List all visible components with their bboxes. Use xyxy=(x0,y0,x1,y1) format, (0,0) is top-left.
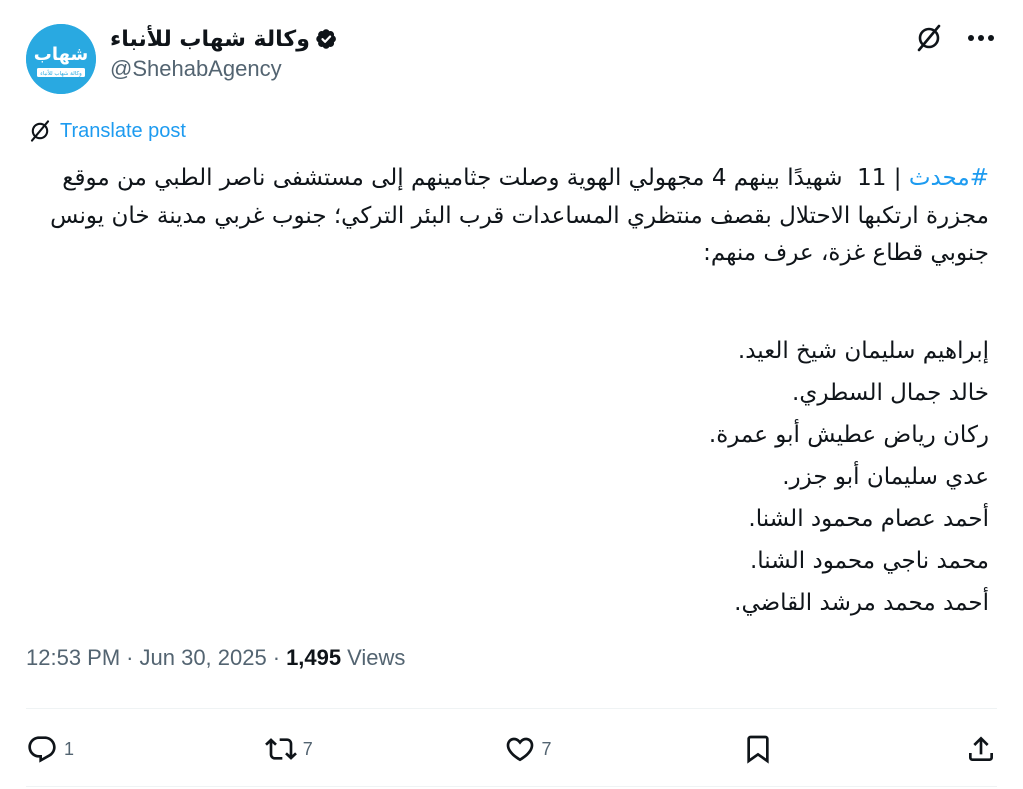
shehab-logo: شهاب وكالة شهاب للأنباء xyxy=(26,24,96,94)
divider xyxy=(26,708,997,709)
repost-button[interactable]: 7 xyxy=(264,733,313,765)
verified-badge-icon xyxy=(316,29,336,49)
post-date[interactable]: Jun 30, 2025 xyxy=(140,645,267,671)
reply-icon xyxy=(28,736,56,763)
translate-post-link[interactable]: Translate post xyxy=(28,119,186,143)
views-count[interactable]: 1,495 xyxy=(286,645,341,671)
avatar-logo-text: شهاب xyxy=(34,44,88,65)
divider xyxy=(26,786,997,787)
translate-icon xyxy=(30,120,50,142)
translate-post-label[interactable]: Translate post xyxy=(60,120,186,143)
meta-separator: · xyxy=(126,645,134,670)
name-line: .خالد جمال السطري xyxy=(792,380,989,406)
bookmark-button[interactable] xyxy=(742,733,774,765)
avatar[interactable]: شهاب وكالة شهاب للأنباء xyxy=(26,24,96,94)
post-meta: 12:53 PM · Jun 30, 2025 · 1,495 Views xyxy=(26,645,405,671)
names-list: .إبراهيم سليمان شيخ العيد .خالد جمال الس… xyxy=(709,330,989,624)
account-name-row[interactable]: وكالة شهاب للأنباء xyxy=(110,22,338,56)
share-icon xyxy=(968,736,993,761)
top-actions xyxy=(911,20,999,56)
name-line: .محمد ناجي محمود الشنا xyxy=(749,548,989,574)
share-button[interactable] xyxy=(965,733,997,765)
bookmark-icon xyxy=(747,735,769,764)
name-line: .أحمد محمد مرشد القاضي xyxy=(734,590,989,616)
post-text: #محدث | 11 شهيدًا بينهم 4 مجهولي الهوية … xyxy=(29,160,989,273)
post-time[interactable]: 12:53 PM xyxy=(26,645,120,671)
reply-count: 1 xyxy=(64,738,75,759)
account-name[interactable]: وكالة شهاب للأنباء xyxy=(110,27,310,52)
like-count: 7 xyxy=(541,738,552,759)
name-line: .عدي سليمان أبو جزر xyxy=(782,464,989,490)
hashtag-link[interactable]: #محدث xyxy=(909,165,989,191)
more-dots-icon xyxy=(968,35,994,41)
more-options-button[interactable] xyxy=(963,20,999,56)
account-handle[interactable]: @ShehabAgency xyxy=(110,56,282,82)
grok-translate-button[interactable] xyxy=(911,20,947,56)
name-line: .إبراهيم سليمان شيخ العيد xyxy=(737,338,989,364)
meta-separator: · xyxy=(272,645,281,670)
like-button[interactable]: 7 xyxy=(504,733,552,765)
slashed-circle-icon xyxy=(917,24,941,52)
views-label[interactable]: Views xyxy=(347,645,405,671)
name-line: .أحمد عصام محمود الشنا xyxy=(748,506,989,532)
name-line: .ركان رياض عطيش أبو عمرة xyxy=(708,422,989,448)
reply-button[interactable]: 1 xyxy=(26,733,74,765)
heart-icon xyxy=(506,737,533,762)
repost-icon xyxy=(264,738,297,760)
avatar-logo-subtext: وكالة شهاب للأنباء xyxy=(40,69,82,77)
repost-count: 7 xyxy=(302,738,313,759)
post-body-text: | 11 شهيدًا بينهم 4 مجهولي الهوية وصلت ج… xyxy=(42,165,989,266)
action-bar: 1 7 7 xyxy=(26,722,997,776)
